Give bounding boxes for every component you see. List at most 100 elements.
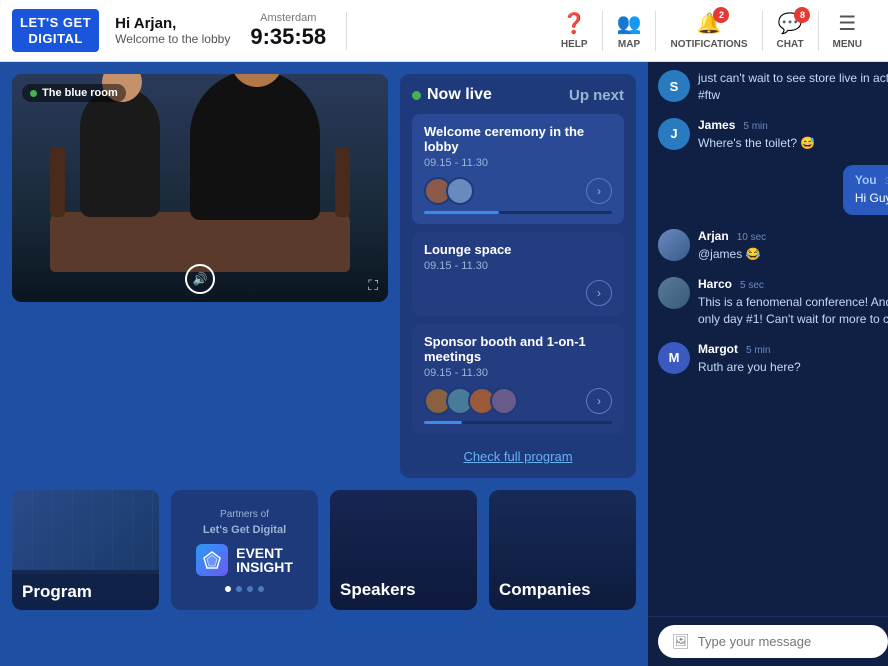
chat-badge: 8 (794, 7, 810, 23)
nav-map[interactable]: 👥 MAP (603, 11, 656, 50)
session-arrow-1[interactable]: › (586, 178, 612, 204)
chat-name-margot: Margot (698, 342, 738, 356)
nav-notifications-label: NOTIFICATIONS (670, 39, 747, 50)
chat-message-james: J James 5 min Where's the toilet? 😅 (658, 118, 888, 152)
brand-line2: INSIGHT (236, 560, 293, 574)
chat-name-row-james: James 5 min (698, 118, 888, 132)
chat-name-row-harco: Harco 5 sec (698, 277, 888, 291)
live-dot-video (30, 90, 37, 97)
menu-icon-area: ☰ (838, 11, 856, 36)
session-avatar (446, 177, 474, 205)
session-avatars-1 (424, 177, 474, 205)
session-card-3[interactable]: Sponsor booth and 1-on-1 meetings 09.15 … (412, 324, 624, 434)
now-live-title: Now live (412, 86, 492, 104)
help-icon-area: ❓ (562, 11, 587, 36)
chat-name-james: James (698, 118, 735, 132)
chat-icon-area: 💬 8 (778, 11, 803, 36)
tiles-section: Program Partners of Let's Get Digital (12, 490, 636, 610)
main-layout: The blue room 🔊 ⛶ Now live Up next (0, 62, 888, 666)
chat-text-arjan: @james 😂 (698, 246, 888, 263)
session-time-3: 09.15 - 11.30 (424, 367, 612, 379)
nav-notifications[interactable]: 🔔 2 NOTIFICATIONS (656, 11, 761, 50)
greeting: Hi Arjan, Welcome to the lobby (115, 15, 230, 46)
nav-help-label: HELP (561, 39, 588, 50)
session-avatars-3 (424, 387, 518, 415)
nav-help[interactable]: ❓ HELP (547, 11, 602, 50)
session-progress-fill-3 (424, 421, 462, 424)
session-footer-3: › (424, 387, 612, 415)
chat-avatar-margot: M (658, 342, 690, 374)
attachment-icon[interactable]: 🖼 (672, 633, 690, 650)
session-arrow-2[interactable]: › (586, 280, 612, 306)
main-content: The blue room 🔊 ⛶ Now live Up next (0, 62, 648, 666)
session-footer-2: › (424, 280, 612, 306)
greeting-sub: Welcome to the lobby (115, 32, 230, 46)
dot-4 (258, 586, 264, 592)
chat-text-s1: just can't wait to see store live in act… (698, 70, 888, 104)
chat-time-harco: 5 sec (740, 280, 764, 291)
chat-text-self: Hi Guys 👋 (855, 190, 888, 207)
chat-bubble-harco: Harco 5 sec This is a fenomenal conferen… (698, 277, 888, 328)
chat-bubble-james: James 5 min Where's the toilet? 😅 (698, 118, 888, 152)
header: LET'S GET DIGITAL Hi Arjan, Welcome to t… (0, 0, 888, 62)
partner-sub: Let's Get Digital (203, 524, 286, 536)
nav-map-label: MAP (618, 39, 640, 50)
greeting-hi: Hi Arjan, (115, 15, 230, 32)
video-volume-button[interactable]: 🔊 (185, 264, 215, 294)
chat-input[interactable] (698, 634, 874, 649)
chat-input-box[interactable]: 🖼 (658, 625, 888, 658)
video-player[interactable]: The blue room 🔊 ⛶ (12, 74, 388, 302)
chat-message-self: You 3 min Hi Guys 👋 (658, 165, 888, 215)
chat-text-margot: Ruth are you here? (698, 359, 888, 376)
chat-time-james: 5 min (743, 121, 767, 132)
chat-name-row-arjan: Arjan 10 sec (698, 229, 888, 243)
dot-1 (225, 586, 231, 592)
chat-text-harco: This is a fenomenal conference! And this… (698, 294, 888, 328)
logo[interactable]: LET'S GET DIGITAL (12, 9, 99, 52)
tile-speakers[interactable]: Speakers (330, 490, 477, 610)
chat-bubble-margot: Margot 5 min Ruth are you here? (698, 342, 888, 376)
nav-menu[interactable]: ☰ MENU (819, 11, 876, 50)
dot-3 (247, 586, 253, 592)
video-room-name: The blue room (42, 87, 118, 99)
notifications-icon-area: 🔔 2 (697, 11, 722, 36)
chat-name-self: You (855, 173, 877, 187)
tile-partner[interactable]: Partners of Let's Get Digital EVENT INSI… (171, 490, 318, 610)
volume-icon: 🔊 (193, 272, 208, 286)
session-arrow-3[interactable]: › (586, 388, 612, 414)
video-section: The blue room 🔊 ⛶ Now live Up next (12, 74, 636, 478)
event-insight-text: EVENT INSIGHT (236, 546, 293, 574)
chat-name-harco: Harco (698, 277, 732, 291)
chat-input-row: 🖼 (648, 616, 888, 666)
chat-time-arjan: 10 sec (737, 232, 766, 243)
check-program[interactable]: Check full program (412, 442, 624, 466)
session-time-1: 09.15 - 11.30 (424, 157, 612, 169)
chat-name-row-margot: Margot 5 min (698, 342, 888, 356)
session-title-2: Lounge space (424, 242, 612, 257)
session-card-1[interactable]: Welcome ceremony in the lobby 09.15 - 11… (412, 114, 624, 224)
now-live-label: Now live (427, 86, 492, 104)
event-insight-logo: EVENT INSIGHT (196, 544, 293, 576)
fullscreen-icon[interactable]: ⛶ (368, 277, 378, 294)
logo-line2: DIGITAL (20, 31, 91, 47)
chat-bubble-arjan: Arjan 10 sec @james 😂 (698, 229, 888, 263)
nav-chat-label: CHAT (777, 39, 804, 50)
session-time-2: 09.15 - 11.30 (424, 260, 612, 272)
session-progress-fill-1 (424, 211, 499, 214)
session-title-3: Sponsor booth and 1-on-1 meetings (424, 334, 612, 364)
time-block: Amsterdam 9:35:58 (250, 12, 347, 50)
tile-program[interactable]: Program (12, 490, 159, 610)
chat-message-arjan: Arjan 10 sec @james 😂 (658, 229, 888, 263)
tile-companies[interactable]: Companies (489, 490, 636, 610)
session-footer-1: › (424, 177, 612, 205)
chat-name-arjan: Arjan (698, 229, 729, 243)
tile-companies-label: Companies (499, 580, 626, 600)
check-program-link[interactable]: Check full program (463, 449, 572, 464)
nav-chat[interactable]: 💬 8 CHAT (763, 11, 818, 50)
partner-title: Partners of (220, 509, 269, 520)
chat-text-james: Where's the toilet? 😅 (698, 135, 888, 152)
chat-name-row-self: You 3 min (855, 173, 888, 187)
session-card-2[interactable]: Lounge space 09.15 - 11.30 › (412, 232, 624, 316)
tile-program-label: Program (22, 582, 92, 601)
chat-avatar-james: J (658, 118, 690, 150)
